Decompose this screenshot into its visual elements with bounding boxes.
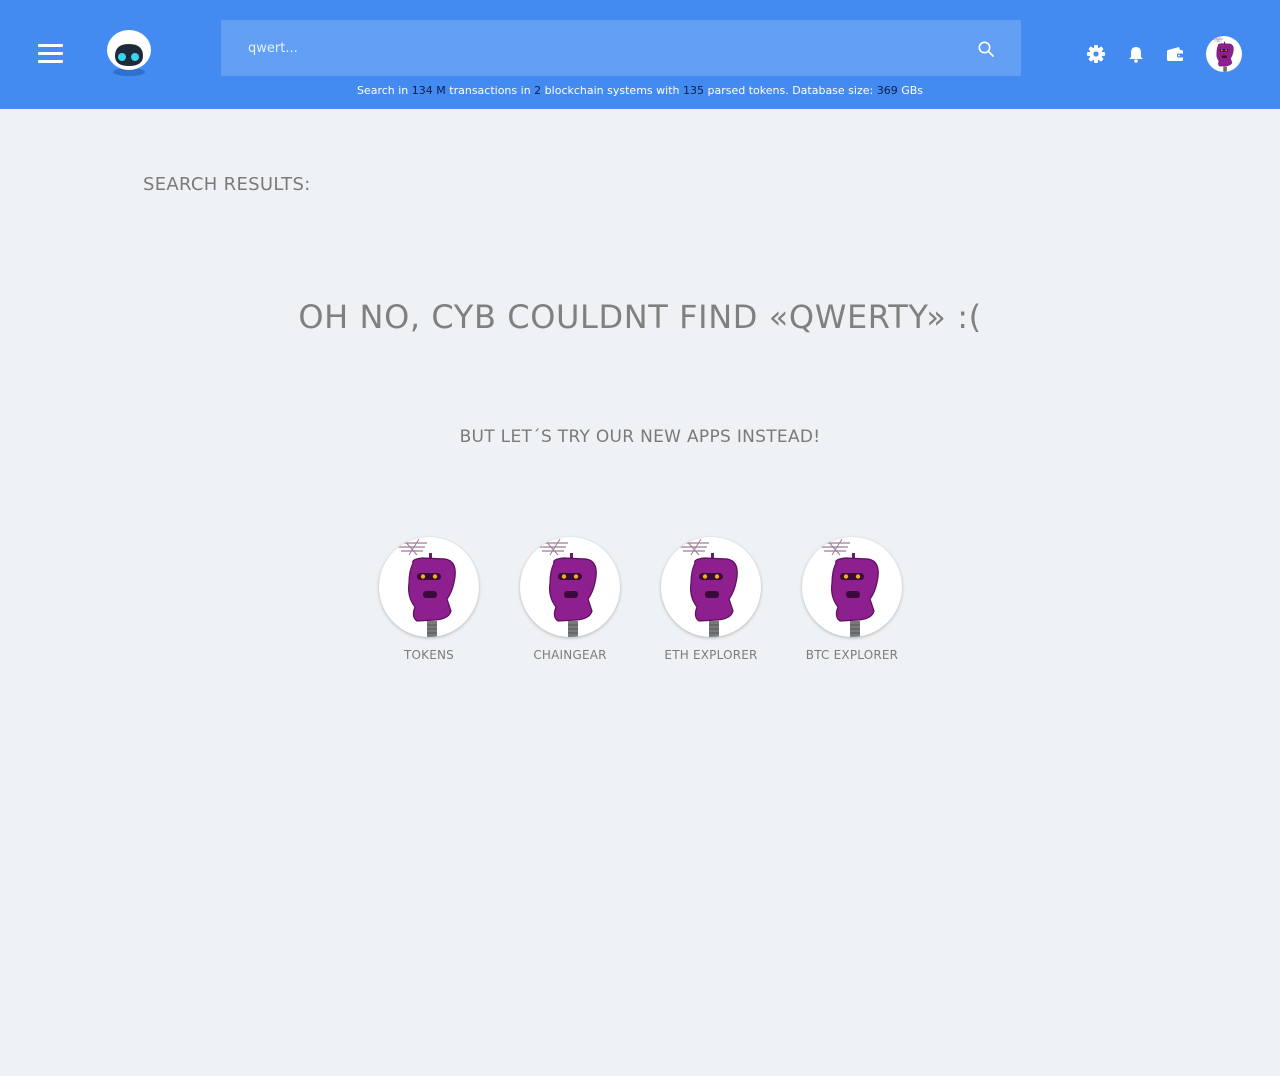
app-label: TOKENS <box>403 648 455 662</box>
stats-tokens-count: 135 <box>682 84 704 97</box>
menu-icon[interactable] <box>38 44 64 64</box>
app-chaingear[interactable]: CHAINGEAR <box>500 537 640 662</box>
search-stats: Search in 134 M transactions in 2 blockc… <box>221 84 1059 97</box>
robot-app-icon <box>379 537 479 637</box>
app-label: ETH EXPLORER <box>664 648 758 662</box>
app-btc-explorer[interactable]: BTC EXPLORER <box>782 537 922 662</box>
top-header: Search in 134 M transactions in 2 blockc… <box>0 0 1280 109</box>
robot-avatar-icon <box>1211 36 1234 72</box>
stats-text: blockchain systems with <box>544 84 680 97</box>
stats-text: transactions in <box>449 84 531 97</box>
app-label: CHAINGEAR <box>533 648 607 662</box>
app-eth-explorer[interactable]: ETH EXPLORER <box>641 537 781 662</box>
app-tokens[interactable]: TOKENS <box>359 537 499 662</box>
robot-app-icon <box>661 537 761 637</box>
stats-db-size: 369 <box>876 84 898 97</box>
wallet-icon[interactable] <box>1165 44 1185 64</box>
bell-icon[interactable] <box>1126 44 1146 64</box>
cyb-logo-icon[interactable] <box>104 28 156 80</box>
search-icon[interactable] <box>977 40 995 58</box>
stats-text: GBs <box>901 84 924 97</box>
user-avatar[interactable] <box>1206 36 1242 72</box>
not-found-message: OH NO, CYB COULDNT FIND «QWERTY» :( <box>298 298 982 336</box>
search-bar <box>221 20 1021 76</box>
search-input[interactable] <box>221 20 961 76</box>
apps-suggestion: BUT LET´S TRY OUR NEW APPS INSTEAD! <box>459 427 821 447</box>
search-results-title: SEARCH RESULTS: <box>143 174 311 195</box>
robot-app-icon <box>802 537 902 637</box>
stats-transactions-count: 134 M <box>411 84 446 97</box>
stats-text: Search in <box>356 84 409 97</box>
stats-blockchains-count: 2 <box>534 84 542 97</box>
stats-text: parsed tokens. Database size: <box>707 84 874 97</box>
robot-app-icon <box>520 537 620 637</box>
settings-icon[interactable] <box>1086 44 1106 64</box>
app-label: BTC EXPLORER <box>805 648 899 662</box>
